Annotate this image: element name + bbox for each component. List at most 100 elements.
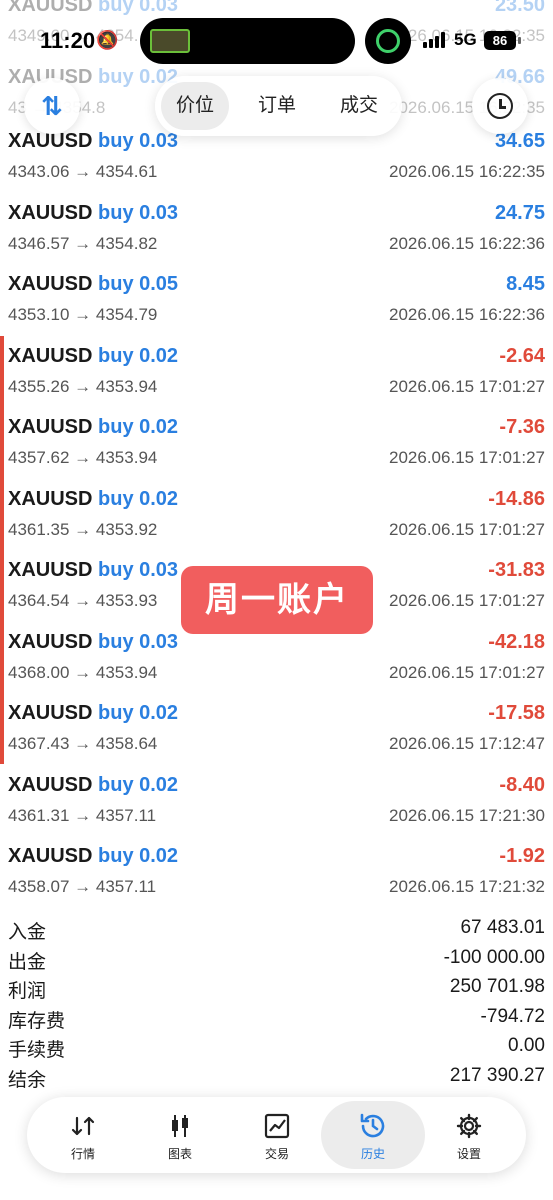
deal-row[interactable]: XAUUSD buy 0.02 -1.92 4358.07 → 4357.11 202… (0, 837, 553, 909)
symbol-text: XAUUSD (8, 344, 93, 367)
status-time: 11:20 (40, 28, 96, 53)
selection-marker (0, 336, 4, 764)
tab-trade-label: 交易 (264, 1147, 289, 1161)
deal-row[interactable]: XAUUSD buy 0.05 8.45 4353.10 → 4354.79 2026… (0, 265, 553, 337)
period-button[interactable] (472, 78, 528, 134)
tab-chart-label: 图表 (167, 1147, 192, 1161)
tab-positions[interactable]: 价位 (161, 82, 229, 130)
bottom-tab-bar: 行情 图表 交易 历史 设置 (27, 1097, 526, 1173)
deal-row[interactable]: XAUUSD buy 0.03 24.75 4346.57 → 4354.82 202… (0, 194, 553, 266)
bell-muted-icon: 🔕 (96, 30, 119, 50)
deal-prices: 4355.26 → 4353.94 (8, 376, 158, 396)
summary-label: 利润 (8, 981, 47, 1002)
deal-prices: 4361.35 → 4353.92 (8, 519, 158, 539)
account-label-overlay: 周一账户 (181, 566, 373, 634)
clock-icon (487, 93, 513, 119)
deal-prices: 4361.31 → 4357.11 (8, 805, 157, 825)
segmented-control: 价位 订单 成交 (155, 76, 402, 136)
status-bar: 11:20 🔕 5G 86 (0, 0, 553, 72)
deal-prices: 4368.00 → 4353.94 (8, 662, 158, 682)
summary-value: -794.72 (480, 1005, 545, 1027)
summary-value: 250 701.98 (449, 976, 545, 997)
quotes-arrows-icon (31, 1111, 135, 1141)
deal-side-volume: buy 0.03 (98, 630, 179, 653)
deal-symbol: XAUUSD buy 0.02 (8, 774, 178, 797)
tab-chart[interactable]: 图表 (128, 1101, 232, 1169)
gear-icon (417, 1111, 521, 1141)
deal-side-volume: buy 0.02 (98, 845, 179, 867)
deal-row[interactable]: XAUUSD buy 0.02 -7.36 4357.62 → 4353.94 202… (0, 408, 553, 480)
deal-side-volume: buy 0.02 (98, 773, 179, 796)
deal-side-volume: buy 0.05 (98, 273, 179, 295)
deal-side-volume: buy 0.02 (98, 702, 179, 724)
deal-row[interactable]: XAUUSD buy 0.02 -17.58 4367.43 → 4358.64 20… (0, 694, 553, 766)
deal-side-volume: buy 0.02 (98, 487, 179, 510)
deal-symbol: XAUUSD buy 0.02 (8, 345, 178, 368)
tab-orders[interactable]: 订单 (243, 82, 311, 130)
tab-history-label: 历史 (360, 1147, 385, 1161)
tab-quotes[interactable]: 行情 (31, 1101, 135, 1169)
deal-profit: -7.36 (499, 416, 545, 438)
tab-trade[interactable]: 交易 (225, 1101, 329, 1169)
battery-tip (518, 37, 521, 44)
tab-deals[interactable]: 成交 (325, 82, 393, 130)
symbol-text: XAUUSD (8, 773, 93, 796)
deal-profit: -42.18 (488, 630, 545, 653)
summary-label: 入金 (8, 922, 47, 943)
deal-symbol: XAUUSD buy 0.02 (8, 416, 178, 439)
deal-time: 2026.06.15 16:22:35 (389, 162, 545, 181)
summary-label: 出金 (8, 951, 47, 973)
trade-chart-icon (225, 1111, 329, 1141)
summary-label: 库存费 (8, 1010, 66, 1032)
deal-time: 2026.06.15 17:01:27 (389, 448, 545, 467)
deal-profit: 24.75 (494, 201, 545, 224)
deal-profit: -2.64 (499, 344, 545, 367)
deal-row[interactable]: XAUUSD buy 0.02 -8.40 4361.31 → 4357.11 202… (0, 766, 553, 838)
deal-time: 2026.06.15 16:22:36 (389, 305, 545, 324)
deal-time: 2026.06.15 17:12:47 (389, 734, 545, 753)
deal-row[interactable]: XAUUSD buy 0.02 -14.86 4361.35 → 4353.92 20… (0, 480, 553, 552)
deal-time: 2026.06.15 17:01:27 (389, 662, 545, 682)
deal-time: 2026.06.15 17:01:27 (389, 591, 545, 610)
candlestick-chart-icon (128, 1111, 232, 1141)
deal-prices: 4358.07 → 4357.11 (8, 877, 157, 896)
summary-row: 结余 217 390.27 (0, 1062, 553, 1092)
deal-symbol: XAUUSD buy 0.03 (8, 559, 178, 582)
symbol-text: XAUUSD (8, 201, 93, 224)
signal-icon (423, 32, 449, 48)
summary-row: 手续费 0.00 (0, 1032, 553, 1062)
deal-prices: 4364.54 → 4353.93 (8, 591, 158, 610)
deal-prices: 4346.57 → 4354.82 (8, 233, 158, 253)
deal-row[interactable]: XAUUSD buy 0.02 -2.64 4355.26 → 4353.94 202… (0, 337, 553, 409)
deal-profit: -8.40 (499, 773, 545, 796)
battery-icon: 86 (484, 31, 516, 50)
deal-prices: 4357.62 → 4353.94 (8, 448, 158, 467)
deal-side-volume: buy 0.03 (98, 201, 179, 224)
live-activity-thumbnail (150, 29, 190, 53)
tab-settings[interactable]: 设置 (417, 1101, 521, 1169)
symbol-text: XAUUSD (8, 630, 93, 653)
tab-history[interactable]: 历史 (321, 1101, 425, 1169)
symbol-text: XAUUSD (8, 416, 93, 438)
summary-value: 0.00 (508, 1035, 545, 1056)
deal-side-volume: buy 0.03 (98, 559, 179, 581)
summary-value: 217 390.27 (449, 1064, 545, 1086)
deal-symbol: XAUUSD buy 0.02 (8, 702, 178, 725)
symbol-text: XAUUSD (8, 273, 93, 295)
link-app-icon (365, 18, 411, 64)
deal-profit: -14.86 (488, 487, 545, 510)
deal-time: 2026.06.15 17:01:27 (389, 376, 545, 396)
deal-symbol: XAUUSD buy 0.02 (8, 845, 178, 868)
deal-symbol: XAUUSD buy 0.03 (8, 631, 178, 654)
deal-side-volume: buy 0.03 (98, 130, 179, 152)
tab-settings-label: 设置 (456, 1147, 481, 1161)
summary-value: -100 000.00 (443, 946, 545, 968)
symbol-text: XAUUSD (8, 487, 93, 510)
deal-profit: -17.58 (488, 702, 545, 724)
deal-prices: 4353.10 → 4354.79 (8, 305, 158, 324)
symbol-text: XAUUSD (8, 559, 93, 581)
deal-side-volume: buy 0.02 (98, 416, 179, 438)
dynamic-island (140, 18, 355, 64)
sort-button[interactable]: ⇅ (24, 78, 80, 134)
deal-symbol: XAUUSD buy 0.05 (8, 273, 178, 296)
